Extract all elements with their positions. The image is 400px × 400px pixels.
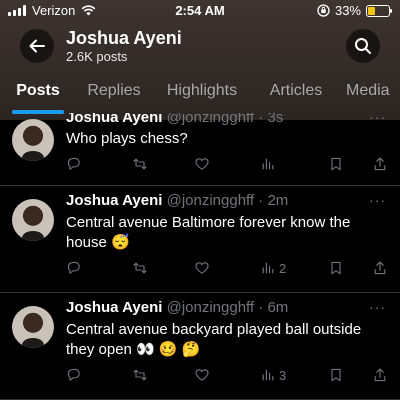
view-count: 3 (279, 367, 287, 383)
battery-icon (366, 4, 392, 17)
tweet[interactable]: Joshua Ayeni @jonzingghff · 2m ··· Centr… (0, 186, 400, 293)
bookmark-icon (331, 261, 341, 275)
views-icon (262, 262, 274, 274)
tweet-actions: 3 (66, 367, 386, 387)
tweet-text: Who plays chess? (66, 130, 188, 147)
avatar[interactable] (12, 119, 54, 161)
reply-icon (67, 261, 80, 274)
reply-button[interactable] (66, 260, 82, 276)
views-icon (262, 369, 274, 381)
tweet-text: Central avenue Baltimore forever know th… (66, 214, 351, 251)
arrow-left-icon (29, 39, 45, 53)
tweet[interactable]: Joshua Ayeni @jonzingghff · 6m ··· Centr… (0, 293, 400, 400)
more-options-button[interactable]: ··· (369, 192, 386, 208)
reply-icon (67, 368, 80, 381)
search-button[interactable] (346, 29, 380, 63)
view-count: 2 (279, 260, 287, 276)
views-button[interactable] (260, 156, 279, 172)
tweet-header: Joshua Ayeni @jonzingghff · 2m (66, 192, 288, 209)
share-icon (374, 157, 386, 171)
more-options-button[interactable]: ··· (369, 299, 386, 315)
avatar[interactable] (12, 306, 54, 348)
back-button[interactable] (20, 29, 54, 63)
avatar[interactable] (12, 199, 54, 241)
share-button[interactable] (372, 156, 388, 172)
tweet-time: · 3s (258, 113, 284, 126)
tweet-author-name[interactable]: Joshua Ayeni (66, 113, 162, 126)
orientation-lock-icon (317, 4, 330, 17)
reply-icon (67, 157, 80, 170)
reply-button[interactable] (66, 367, 82, 383)
tweet-handle[interactable]: @jonzingghff (167, 113, 255, 126)
views-icon (262, 158, 274, 170)
tweet-text: Central avenue backyard played ball outs… (66, 321, 362, 358)
tweet-header: Joshua Ayeni @jonzingghff · 3s (66, 113, 283, 126)
tab-media[interactable]: Media (340, 72, 400, 114)
like-icon (195, 369, 209, 381)
like-icon (195, 262, 209, 274)
views-button[interactable]: 2 (260, 260, 286, 276)
repost-button[interactable] (132, 367, 148, 383)
reply-button[interactable] (66, 156, 82, 172)
tweet-actions: 2 (66, 260, 386, 280)
tab-posts[interactable]: Posts (0, 72, 76, 114)
repost-button[interactable] (132, 260, 148, 276)
share-button[interactable] (372, 260, 388, 276)
repost-icon (133, 262, 147, 274)
status-bar: Verizon 2:54 AM 33% (0, 0, 400, 22)
repost-icon (133, 158, 147, 170)
post-count: 2.6K posts (66, 49, 128, 64)
tweet-time: · 2m (258, 192, 289, 209)
like-button[interactable] (194, 260, 210, 276)
tweet-header: Joshua Ayeni @jonzingghff · 6m (66, 299, 288, 316)
tweet-actions (66, 156, 386, 176)
share-icon (374, 368, 386, 382)
tweet-handle[interactable]: @jonzingghff (167, 299, 255, 316)
tweet-author-name[interactable]: Joshua Ayeni (66, 299, 162, 316)
share-button[interactable] (372, 367, 388, 383)
battery-level (368, 6, 375, 15)
share-icon (374, 261, 386, 275)
tweet[interactable]: Joshua Ayeni @jonzingghff · 3s ··· Who p… (0, 113, 400, 186)
status-right: 33% (317, 3, 392, 18)
like-icon (195, 158, 209, 170)
tweet-handle[interactable]: @jonzingghff (167, 192, 255, 209)
tab-replies[interactable]: Replies (76, 72, 152, 114)
repost-icon (133, 369, 147, 381)
tab-articles[interactable]: Articles (252, 72, 340, 114)
profile-header: Verizon 2:54 AM 33% Joshua Ayeni 2.6K po… (0, 0, 400, 120)
bookmark-button[interactable] (328, 260, 344, 276)
battery-percent: 33% (334, 3, 361, 18)
tweet-feed: Joshua Ayeni @jonzingghff · 3s ··· Who p… (0, 113, 400, 400)
profile-name: Joshua Ayeni (66, 28, 182, 48)
tweet-time: · 6m (258, 299, 289, 316)
views-button[interactable]: 3 (260, 367, 286, 383)
profile-nav: Joshua Ayeni 2.6K posts (0, 24, 400, 68)
bookmark-button[interactable] (328, 156, 344, 172)
bookmark-icon (331, 368, 341, 382)
tab-label: Replies (87, 82, 141, 99)
tab-label: Posts (16, 82, 60, 99)
search-icon (355, 38, 371, 54)
tweet-author-name[interactable]: Joshua Ayeni (66, 192, 162, 209)
like-button[interactable] (194, 156, 210, 172)
bookmark-icon (331, 157, 341, 171)
tab-label: Media (346, 82, 390, 99)
tab-label: Highlights (166, 82, 238, 99)
like-button[interactable] (194, 367, 210, 383)
more-options-button[interactable]: ··· (369, 113, 386, 125)
profile-tabs: Posts Replies Highlights Articles Media (0, 72, 400, 114)
tab-label: Articles (269, 82, 323, 99)
bookmark-button[interactable] (328, 367, 344, 383)
tab-highlights[interactable]: Highlights (152, 72, 252, 114)
repost-button[interactable] (132, 156, 148, 172)
